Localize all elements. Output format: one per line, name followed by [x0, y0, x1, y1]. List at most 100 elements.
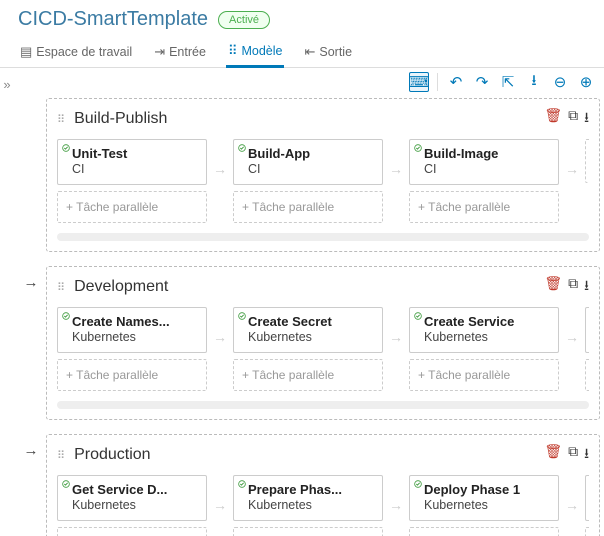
model-icon: ⠿ [228, 43, 238, 59]
check-circle-icon [414, 480, 422, 488]
stage-header: ⠿Development🗑⧉⭳ [57, 273, 589, 307]
copy-icon[interactable]: ⧉ [568, 107, 578, 131]
task-column: Create ServiceKubernetes + Tâche parallèl… [409, 307, 559, 391]
task-card[interactable]: Unit-TestCI [57, 139, 207, 185]
add-parallel-task-button[interactable]: + Tâche parallèle [233, 191, 383, 223]
export-icon[interactable]: ⇱ [498, 72, 518, 92]
task-card[interactable]: Create ServiceKubernetes [409, 307, 559, 353]
stage-title: Production [74, 446, 151, 464]
task-column: Create Names...Kubernetes + Tâche parallè… [57, 307, 207, 391]
check-circle-icon [414, 144, 422, 152]
tab-label: Entrée [169, 45, 206, 59]
drag-handle-icon[interactable]: ⠿ [57, 449, 66, 462]
task-card[interactable]: Deploy Phase 1Kubernetes [409, 475, 559, 521]
tab-output[interactable]: ⇤ Sortie [302, 39, 354, 67]
add-parallel-task-button[interactable]: + Tâche parallèle [233, 359, 383, 391]
task-arrow-icon: → [213, 475, 227, 536]
task-column: Build-ImageCI + Tâche parallèle [409, 139, 559, 223]
task-type: Kubernetes [242, 329, 374, 344]
stage-actions: 🗑⧉⭳ [544, 275, 589, 299]
task-card[interactable]: Build-AppCI [233, 139, 383, 185]
add-parallel-task-button[interactable]: + Tâche parallèle [57, 527, 207, 536]
check-circle-icon [238, 312, 246, 320]
task-card[interactable]: Build-ImageCI [409, 139, 559, 185]
stage-actions: 🗑⧉⭳ [544, 443, 589, 467]
task-type: Kubernetes [66, 497, 198, 512]
keyboard-icon[interactable]: ⌨ [409, 72, 429, 92]
check-circle-icon [62, 480, 70, 488]
task-name: Build-App [242, 146, 374, 161]
task-card[interactable]: CreaKube [585, 307, 589, 353]
horizontal-scrollbar[interactable] [57, 401, 589, 409]
undo-icon[interactable]: ↶ [446, 72, 466, 92]
stage-arrow-icon: → [22, 266, 40, 291]
tasks-row: Get Service D...Kubernetes + Tâche parall… [57, 475, 589, 536]
stage-arrow-icon [22, 98, 40, 106]
download-stage-icon[interactable]: ⭳ [584, 443, 589, 467]
task-card[interactable]: Get Service D...Kubernetes [57, 475, 207, 521]
tabs-bar: ▤ Espace de travail ⇥ Entrée ⠿ Modèle ⇤ … [0, 35, 604, 68]
delete-icon[interactable]: 🗑 [544, 443, 562, 467]
add-parallel-task-button[interactable]: + Tâche parallèle [409, 527, 559, 536]
tasks-row: Create Names...Kubernetes + Tâche parallè… [57, 307, 589, 391]
task-column-overflow: + Tâche [585, 139, 589, 223]
task-type: Kubernetes [242, 497, 374, 512]
copy-icon[interactable]: ⧉ [568, 275, 578, 299]
stage: ⠿ Production 🗑⧉⭳ Get Service D...Kubernetes… [46, 434, 600, 536]
task-arrow-icon: → [565, 307, 579, 391]
zoom-out-icon[interactable]: ⊖ [550, 72, 570, 92]
task-column: Unit-TestCI + Tâche parallèle [57, 139, 207, 223]
stage-arrow-icon: → [22, 434, 40, 459]
status-badge: Activé [218, 11, 270, 29]
check-circle-icon [238, 480, 246, 488]
pipeline-title: CICD-SmartTemplate [18, 8, 208, 31]
add-parallel-task-button[interactable]: + Tâ [585, 527, 589, 536]
toolbar-separator [437, 73, 438, 91]
delete-icon[interactable]: 🗑 [544, 107, 562, 131]
drag-handle-icon[interactable]: ⠿ [57, 113, 66, 126]
add-task-button[interactable]: + Tâche [585, 139, 589, 183]
task-column: Get Service D...Kubernetes + Tâche parall… [57, 475, 207, 536]
stage-header: ⠿ Build-Publish 🗑⧉⭳ [57, 105, 589, 139]
zoom-in-icon[interactable]: ⊕ [576, 72, 596, 92]
task-arrow-icon: → [389, 139, 403, 223]
check-circle-icon [238, 144, 246, 152]
redo-icon[interactable]: ↷ [472, 72, 492, 92]
stage-title: Build-Publish [74, 110, 167, 128]
download-stage-icon[interactable]: ⭳ [584, 107, 589, 131]
task-column: Build-AppCI + Tâche parallèle [233, 139, 383, 223]
tab-workspace[interactable]: ▤ Espace de travail [18, 39, 134, 67]
task-type: Kubernetes [66, 329, 198, 344]
add-parallel-task-button[interactable]: + Tâche parallèle [409, 191, 559, 223]
add-parallel-task-button[interactable]: + Tâche parallèle [57, 359, 207, 391]
drag-handle-icon[interactable]: ⠿ [57, 281, 66, 294]
tab-model[interactable]: ⠿ Modèle [226, 39, 285, 68]
task-card[interactable]: Create SecretKubernetes [233, 307, 383, 353]
task-column: Create SecretKubernetes + Tâche parallèle [233, 307, 383, 391]
tab-input[interactable]: ⇥ Entrée [152, 39, 208, 67]
delete-icon[interactable]: 🗑 [544, 275, 562, 299]
download-stage-icon[interactable]: ⭳ [584, 275, 589, 299]
tab-label: Sortie [319, 45, 352, 59]
horizontal-scrollbar[interactable] [57, 233, 589, 241]
task-arrow-icon: → [213, 139, 227, 223]
add-parallel-task-button[interactable]: + Tâche parallèle [57, 191, 207, 223]
stage: ⠿ Build-Publish 🗑⧉⭳ Unit-TestCI + Tâche para… [46, 98, 600, 252]
task-card[interactable]: VeriPOLL [585, 475, 589, 521]
tasks-row: Unit-TestCI+ Tâche parallèle→Build-AppCI… [57, 139, 589, 223]
add-parallel-task-button[interactable]: + Tâ [585, 359, 589, 391]
task-arrow-icon: → [389, 475, 403, 536]
download-icon[interactable]: ⭳ [524, 72, 544, 92]
task-card[interactable]: Create Names...Kubernetes [57, 307, 207, 353]
task-type: CI [418, 161, 550, 176]
task-name: Create Service [418, 314, 550, 329]
expand-handle[interactable]: » [0, 68, 14, 100]
stage-header: ⠿ Production 🗑⧉⭳ [57, 441, 589, 475]
task-arrow-icon: → [389, 307, 403, 391]
stage: ⠿Development🗑⧉⭳Create Names...Kubernetes… [46, 266, 600, 420]
copy-icon[interactable]: ⧉ [568, 443, 578, 467]
add-parallel-task-button[interactable]: + Tâche parallèle [409, 359, 559, 391]
add-parallel-task-button[interactable]: + Tâche parallèle [233, 527, 383, 536]
task-card[interactable]: Prepare Phas...Kubernetes [233, 475, 383, 521]
task-name: Create Secret [242, 314, 374, 329]
